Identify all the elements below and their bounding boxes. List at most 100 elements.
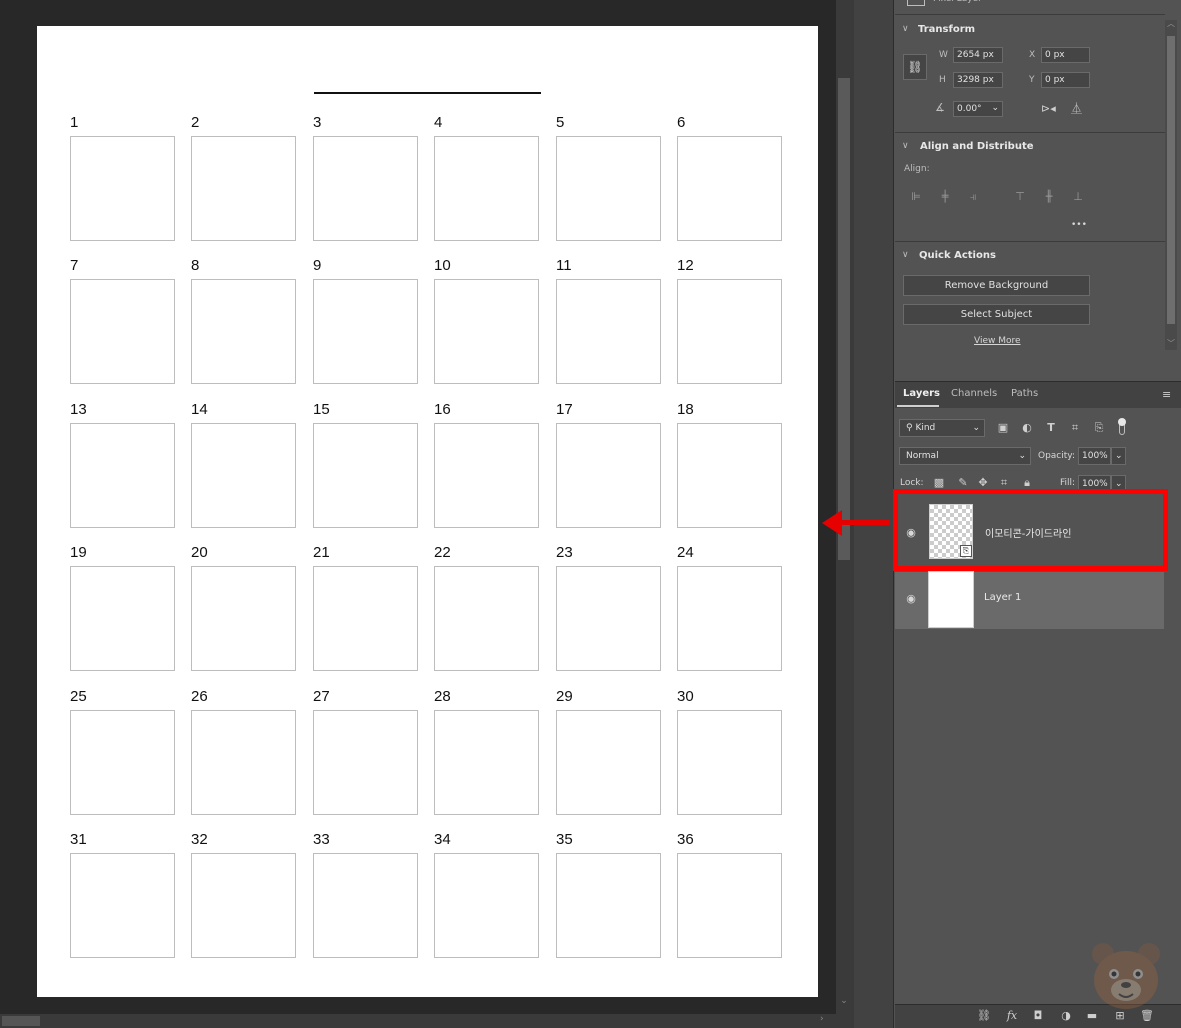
fx-icon[interactable]: fx: [1004, 1009, 1020, 1023]
view-more-link[interactable]: View More: [974, 336, 1021, 346]
align-vertical-centers-icon[interactable]: ╫: [1041, 189, 1057, 205]
visibility-eye-icon[interactable]: ◉: [904, 593, 918, 604]
align-bottom-edges-icon[interactable]: ⊥: [1070, 189, 1086, 205]
align-distribute-title[interactable]: Align and Distribute: [920, 141, 1034, 152]
angle-dropdown-icon[interactable]: ⌄: [991, 103, 999, 113]
x-field[interactable]: 0 px: [1041, 47, 1090, 63]
cell-number: 7: [70, 257, 79, 274]
canvas-horizontal-scrollbar[interactable]: [0, 1014, 854, 1028]
lock-all-icon[interactable]: 🔒︎: [1020, 476, 1034, 490]
panel-menu-icon[interactable]: ≡: [1162, 388, 1171, 401]
more-options-icon[interactable]: •••: [1071, 220, 1087, 230]
lock-image-pixels-icon[interactable]: ✎: [956, 476, 970, 490]
link-layers-icon[interactable]: ⛓: [976, 1009, 992, 1023]
cell-number: 30: [677, 688, 694, 705]
flip-horizontal-icon[interactable]: ⊳◂: [1041, 102, 1056, 115]
emoticon-cell-box: [313, 279, 418, 384]
blend-mode-value: Normal: [906, 451, 939, 461]
angle-field[interactable]: 0.00° ⌄: [953, 101, 1003, 117]
filter-adjustment-icon[interactable]: ◐: [1020, 421, 1034, 435]
blend-mode-select[interactable]: Normal ⌄: [899, 447, 1031, 465]
remove-background-button[interactable]: Remove Background: [903, 275, 1090, 296]
emoticon-cell-box: [70, 136, 175, 241]
cell-number: 15: [313, 401, 330, 418]
layer-thumbnail: [928, 571, 974, 628]
align-left-edges-icon[interactable]: ⊫: [908, 189, 924, 205]
emoticon-cell-box: [191, 853, 296, 958]
tab-channels[interactable]: Channels: [951, 388, 997, 399]
y-label: Y: [1029, 75, 1035, 85]
cell-number: 11: [556, 257, 572, 274]
collapse-quick-actions-icon[interactable]: ∨: [902, 250, 909, 260]
emoticon-cell-box: [191, 136, 296, 241]
lock-transparent-pixels-icon[interactable]: ▩: [932, 476, 946, 490]
cell-number: 33: [313, 831, 330, 848]
scroll-down-icon[interactable]: ﹀: [1167, 338, 1175, 349]
height-field[interactable]: 3298 px: [953, 72, 1003, 88]
cell-number: 1: [70, 114, 79, 131]
add-mask-icon[interactable]: ◘: [1030, 1009, 1046, 1023]
adjustment-layer-icon[interactable]: ◑: [1058, 1009, 1074, 1023]
cell-number: 28: [434, 688, 451, 705]
cell-number: 20: [191, 544, 208, 561]
cell-number: 36: [677, 831, 694, 848]
layer-name[interactable]: Layer 1: [984, 592, 1021, 603]
filter-kind-value: Kind: [915, 423, 936, 433]
emoticon-cell-box: [556, 423, 661, 528]
filter-kind-select[interactable]: ⚲ Kind ⌄: [899, 419, 985, 437]
y-field[interactable]: 0 px: [1041, 72, 1090, 88]
cell-number: 31: [70, 831, 87, 848]
lock-artboard-icon[interactable]: ⌗: [997, 476, 1011, 490]
filter-shape-icon[interactable]: ⌗: [1068, 421, 1082, 435]
cell-number: 24: [677, 544, 694, 561]
cell-number: 4: [434, 114, 443, 131]
filter-smart-object-icon[interactable]: ⎘: [1092, 421, 1106, 435]
properties-scroll-thumb[interactable]: [1167, 36, 1175, 324]
link-icon[interactable]: ⛓: [903, 54, 927, 80]
collapse-align-icon[interactable]: ∨: [902, 141, 909, 151]
opacity-field[interactable]: 100%: [1078, 447, 1111, 465]
emoticon-cell-box: [70, 710, 175, 815]
scroll-up-icon[interactable]: ︿: [1167, 18, 1175, 29]
cell-number: 35: [556, 831, 573, 848]
filter-type-icon[interactable]: T: [1044, 421, 1058, 435]
select-subject-button[interactable]: Select Subject: [903, 304, 1090, 325]
document-canvas[interactable]: 1 2 3 4 5 6 7 8 9 10 11 12 13 14 15 16 17 18 19 20 21 22 23 24 2…: [37, 26, 818, 997]
emoticon-cell-box: [556, 853, 661, 958]
align-right-edges-icon[interactable]: ⫣: [965, 189, 981, 205]
tab-paths[interactable]: Paths: [1011, 388, 1038, 399]
fill-label: Fill:: [1060, 478, 1076, 488]
emoticon-cell-box: [313, 566, 418, 671]
align-top-edges-icon[interactable]: ⊤: [1012, 189, 1028, 205]
scroll-right-icon[interactable]: ›: [820, 1014, 832, 1028]
emoticon-cell-box: [70, 566, 175, 671]
emoticon-cell-box: [313, 710, 418, 815]
height-label: H: [939, 75, 946, 85]
tab-layers[interactable]: Layers: [903, 388, 940, 399]
x-label: X: [1029, 50, 1036, 60]
bear-watermark-icon: [1092, 943, 1160, 1009]
lock-position-icon[interactable]: ✥: [976, 476, 990, 490]
canvas-vertical-scroll-thumb[interactable]: [838, 78, 850, 560]
layer-row-layer-1[interactable]: ◉ Layer 1: [895, 571, 1164, 629]
align-horizontal-centers-icon[interactable]: ╪: [937, 189, 953, 205]
quick-actions-title[interactable]: Quick Actions: [919, 250, 996, 261]
scroll-down-icon[interactable]: ⌄: [838, 996, 850, 1008]
transform-title[interactable]: Transform: [918, 24, 975, 35]
emoticon-cell-box: [677, 566, 782, 671]
cell-number: 14: [191, 401, 208, 418]
opacity-dropdown-icon[interactable]: ⌄: [1111, 447, 1126, 465]
annotation-arrow: [838, 520, 890, 525]
collapse-transform-icon[interactable]: ∨: [902, 24, 909, 34]
angle-icon: ∡: [935, 101, 945, 114]
divider: [895, 132, 1165, 133]
filter-toggle-icon[interactable]: [1117, 418, 1127, 438]
divider: [895, 241, 1165, 242]
filter-pixel-icon[interactable]: ▣: [996, 421, 1010, 435]
emoticon-cell-box: [556, 136, 661, 241]
cell-number: 32: [191, 831, 208, 848]
width-field[interactable]: 2654 px: [953, 47, 1003, 63]
flip-vertical-icon[interactable]: ⏅: [1071, 100, 1082, 116]
emoticon-cell-box: [70, 423, 175, 528]
canvas-horizontal-scroll-thumb[interactable]: [2, 1016, 40, 1026]
